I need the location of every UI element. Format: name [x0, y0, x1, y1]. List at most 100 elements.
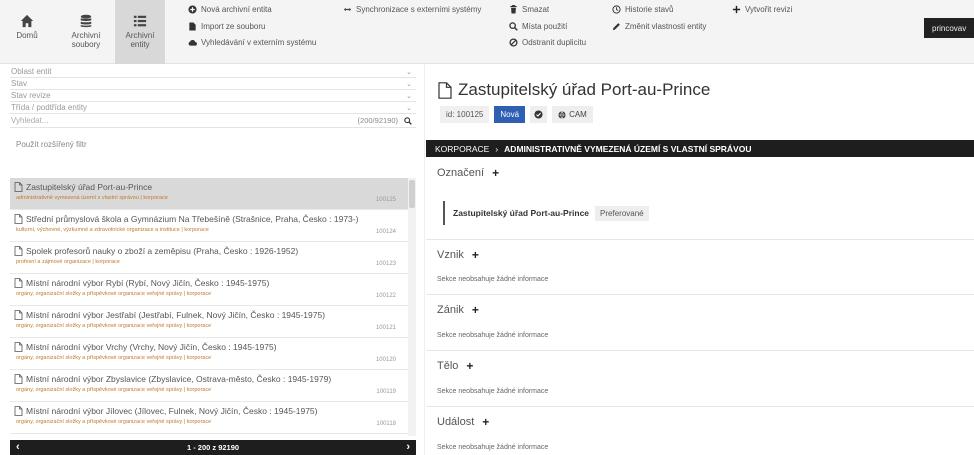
- list-item-id: 100119: [376, 389, 396, 395]
- filter-entity-area-label: Oblast entit: [11, 67, 52, 76]
- new-entity-button[interactable]: Nová archivní entita: [188, 5, 272, 14]
- import-file-button[interactable]: Import ze souboru: [188, 22, 265, 31]
- usage-places-label: Místa použití: [522, 22, 568, 31]
- list-item-title: Spolek profesorů nauky o zboží a zeměpis…: [26, 246, 299, 256]
- state-history-button[interactable]: Historie stavů: [612, 5, 673, 14]
- list-item-title: Místní národní výbor Rybí (Rybí, Nový Ji…: [26, 278, 270, 288]
- add-extinction-icon[interactable]: +: [472, 303, 479, 317]
- globe-icon: [558, 110, 566, 119]
- pager-label: 1 - 200 z 92190: [186, 443, 240, 452]
- panel-divider[interactable]: [424, 64, 425, 455]
- list-item[interactable]: Místní národní výbor Jestřabí (Jestřabí,…: [10, 306, 416, 338]
- check-circle-icon: [530, 106, 548, 123]
- list-item-subtitle: orgány, organizační složky a příspěvkové…: [16, 291, 212, 297]
- section-body-empty: Sekce neobsahuje žádné informace: [437, 388, 549, 395]
- cloud-icon: [188, 40, 197, 46]
- prev-page-icon[interactable]: ‹: [16, 442, 20, 453]
- clock-icon: [612, 5, 621, 14]
- entity-id-badge: id: 100125: [440, 106, 490, 123]
- scrollbar-thumb[interactable]: [409, 180, 415, 208]
- filter-entity-area[interactable]: Oblast entit ⌄: [10, 66, 416, 78]
- sync-external-label: Synchronizace s externími systémy: [356, 5, 482, 14]
- naming-entry[interactable]: Zastupitelský úřad Port-au-Prince Prefer…: [443, 201, 649, 225]
- sync-external-button[interactable]: Synchronizace s externími systémy: [343, 5, 481, 14]
- list-item-id: 100125: [375, 197, 396, 203]
- breadcrumb-root: KORPORACE: [435, 143, 490, 154]
- nav-archive-files-button[interactable]: Archivní soubory: [62, 0, 110, 64]
- chevron-down-icon: ⌄: [406, 68, 412, 76]
- breadcrumb: KORPORACE › ADMINISTRATIVNĚ VYMEZENÁ ÚZE…: [426, 140, 974, 157]
- list-item[interactable]: Místní národní výbor Vrchy (Vrchy, Nový …: [10, 338, 416, 370]
- search-icon: [509, 22, 518, 31]
- add-origin-icon[interactable]: +: [472, 248, 479, 262]
- advanced-filter-link[interactable]: Použít rozšířený filtr: [10, 136, 416, 156]
- remove-duplicity-button[interactable]: Odstranit duplicitu: [509, 38, 586, 47]
- list-item[interactable]: Místní národní výbor Jílovec (Jílovec, F…: [10, 402, 416, 434]
- list-item[interactable]: Místní národní výbor Rybí (Rybí, Nový Ji…: [10, 274, 416, 306]
- plus-icon: [732, 5, 741, 14]
- file-outline-icon: [14, 214, 23, 224]
- list-item-id: 100124: [375, 229, 396, 235]
- file-outline-icon: [14, 246, 23, 256]
- add-body-icon[interactable]: +: [466, 359, 473, 373]
- list-item-subtitle: orgány, organizační složky a příspěvkové…: [16, 323, 212, 329]
- filter-state[interactable]: Stav ⌄: [10, 78, 416, 90]
- chevron-down-icon: ⌄: [406, 80, 412, 88]
- list-item[interactable]: Střední průmyslová škola a Gymnázium Na …: [10, 210, 416, 242]
- section-origin-title: Vznik: [437, 249, 464, 261]
- list-item-title: Místní národní výbor Jestřabí (Jestřabí,…: [26, 310, 326, 320]
- nav-home-label: Domů: [16, 31, 38, 40]
- filter-entity-class-label: Třída / podtřída entity: [11, 103, 88, 112]
- search-external-button[interactable]: Vyhledávání v externím systému: [188, 38, 316, 47]
- add-naming-icon[interactable]: +: [492, 166, 499, 180]
- database-icon: [80, 14, 92, 28]
- entity-list-panel: Oblast entit ⌄ Stav ⌄ Stav revize ⌄ Tříd…: [10, 66, 416, 455]
- list-item-title: Zastupitelský úřad Port-au-Prince: [26, 182, 153, 192]
- section-origin-empty: Sekce neobsahuje žádné informace: [437, 276, 549, 283]
- naming-value: Zastupitelský úřad Port-au-Prince: [453, 208, 590, 218]
- section-divider: [426, 406, 974, 407]
- user-menu[interactable]: princovav: [924, 18, 974, 38]
- file-outline-icon: [14, 374, 23, 384]
- pencil-icon: [612, 23, 620, 31]
- list-item[interactable]: Spolek profesorů nauky o zboží a zeměpis…: [10, 242, 416, 274]
- entity-list: Zastupitelský úřad Port-au-Prince admini…: [10, 178, 416, 436]
- section-origin-header: Vznik +: [437, 248, 479, 262]
- list-item[interactable]: Místní národní výbor Zbyslavice (Zbyslav…: [10, 370, 416, 402]
- list-item-subtitle: orgány, organizační složky a příspěvkové…: [16, 355, 212, 361]
- filter-entity-class[interactable]: Třída / podtřída entity ⌄: [10, 102, 416, 114]
- filter-revision-state[interactable]: Stav revize ⌄: [10, 90, 416, 102]
- status-badge: Nová: [494, 106, 526, 123]
- section-divider: [426, 239, 974, 240]
- preferred-badge: Preferované: [595, 205, 649, 221]
- section-event-header: Událost +: [437, 415, 489, 429]
- list-item-subtitle: administrativně vymezená území s vlastní…: [16, 195, 168, 201]
- trash-icon: [510, 5, 517, 14]
- file-icon: [189, 22, 196, 31]
- file-outline-icon: [14, 310, 23, 320]
- chevron-down-icon: ⌄: [406, 104, 412, 112]
- section-extinction-title: Zánik: [437, 304, 464, 316]
- usage-places-button[interactable]: Místa použití: [509, 22, 567, 31]
- create-revision-button[interactable]: Vytvořit revizi: [732, 5, 792, 14]
- section-naming-header: Označení +: [437, 166, 499, 180]
- entity-detail-panel: Zastupitelský úřad Port-au-Prince id: 10…: [426, 64, 974, 455]
- next-page-icon[interactable]: ›: [406, 442, 410, 453]
- nav-home-button[interactable]: Domů: [10, 0, 44, 64]
- list-item-id: 100120: [375, 357, 396, 363]
- delete-button[interactable]: Smazat: [509, 5, 549, 14]
- section-divider: [426, 294, 974, 295]
- list-scrollbar[interactable]: [408, 178, 416, 436]
- section-event-title: Událost: [437, 416, 475, 428]
- list-item-title: Místní národní výbor Vrchy (Vrchy, Nový …: [26, 342, 277, 352]
- list-item-title: Střední průmyslová škola a Gymnázium Na …: [26, 214, 359, 224]
- nav-archive-entities-button[interactable]: Archivní entity: [115, 0, 165, 64]
- list-item-title: Místní národní výbor Zbyslavice (Zbyslav…: [26, 374, 332, 384]
- add-event-icon[interactable]: +: [482, 415, 489, 429]
- change-properties-button[interactable]: Změnit vlastnosti entity: [612, 22, 706, 31]
- file-outline-icon: [14, 278, 23, 288]
- list-item[interactable]: Zastupitelský úřad Port-au-Prince admini…: [10, 178, 416, 210]
- section-body-title: Tělo: [437, 360, 459, 372]
- search-input[interactable]: Vyhledat... (200/92190): [10, 114, 416, 128]
- search-icon[interactable]: [404, 116, 412, 125]
